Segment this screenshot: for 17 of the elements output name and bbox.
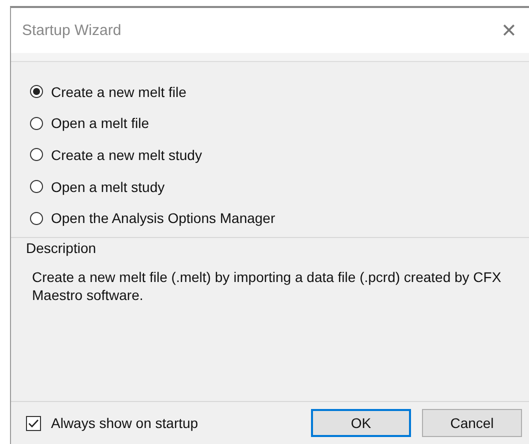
- description-text: Create a new melt file (.melt) by importing a data file (.pcrd) created by CFX Maestro software.: [32, 268, 502, 304]
- radio-button[interactable]: [30, 212, 43, 225]
- option-label[interactable]: Create a new melt study: [51, 146, 202, 163]
- radio-button[interactable]: [30, 85, 43, 98]
- checkbox-label[interactable]: Always show on startup: [51, 415, 198, 431]
- dialog-button[interactable]: Cancel: [422, 409, 522, 437]
- radio-button[interactable]: [30, 148, 43, 162]
- radio-button[interactable]: [30, 116, 43, 130]
- option-label[interactable]: Open the Analysis Options Manager: [51, 210, 276, 226]
- close-button[interactable]: ✕: [489, 12, 529, 48]
- option-label[interactable]: Open a melt study: [51, 178, 165, 195]
- dialog-button[interactable]: OK: [311, 409, 411, 437]
- checkbox[interactable]: [26, 416, 41, 430]
- window-title: Startup Wizard: [22, 22, 122, 39]
- radio-button[interactable]: [30, 180, 43, 194]
- option-label[interactable]: Open a melt file: [51, 115, 150, 132]
- option-label[interactable]: Create a new melt file: [51, 84, 186, 100]
